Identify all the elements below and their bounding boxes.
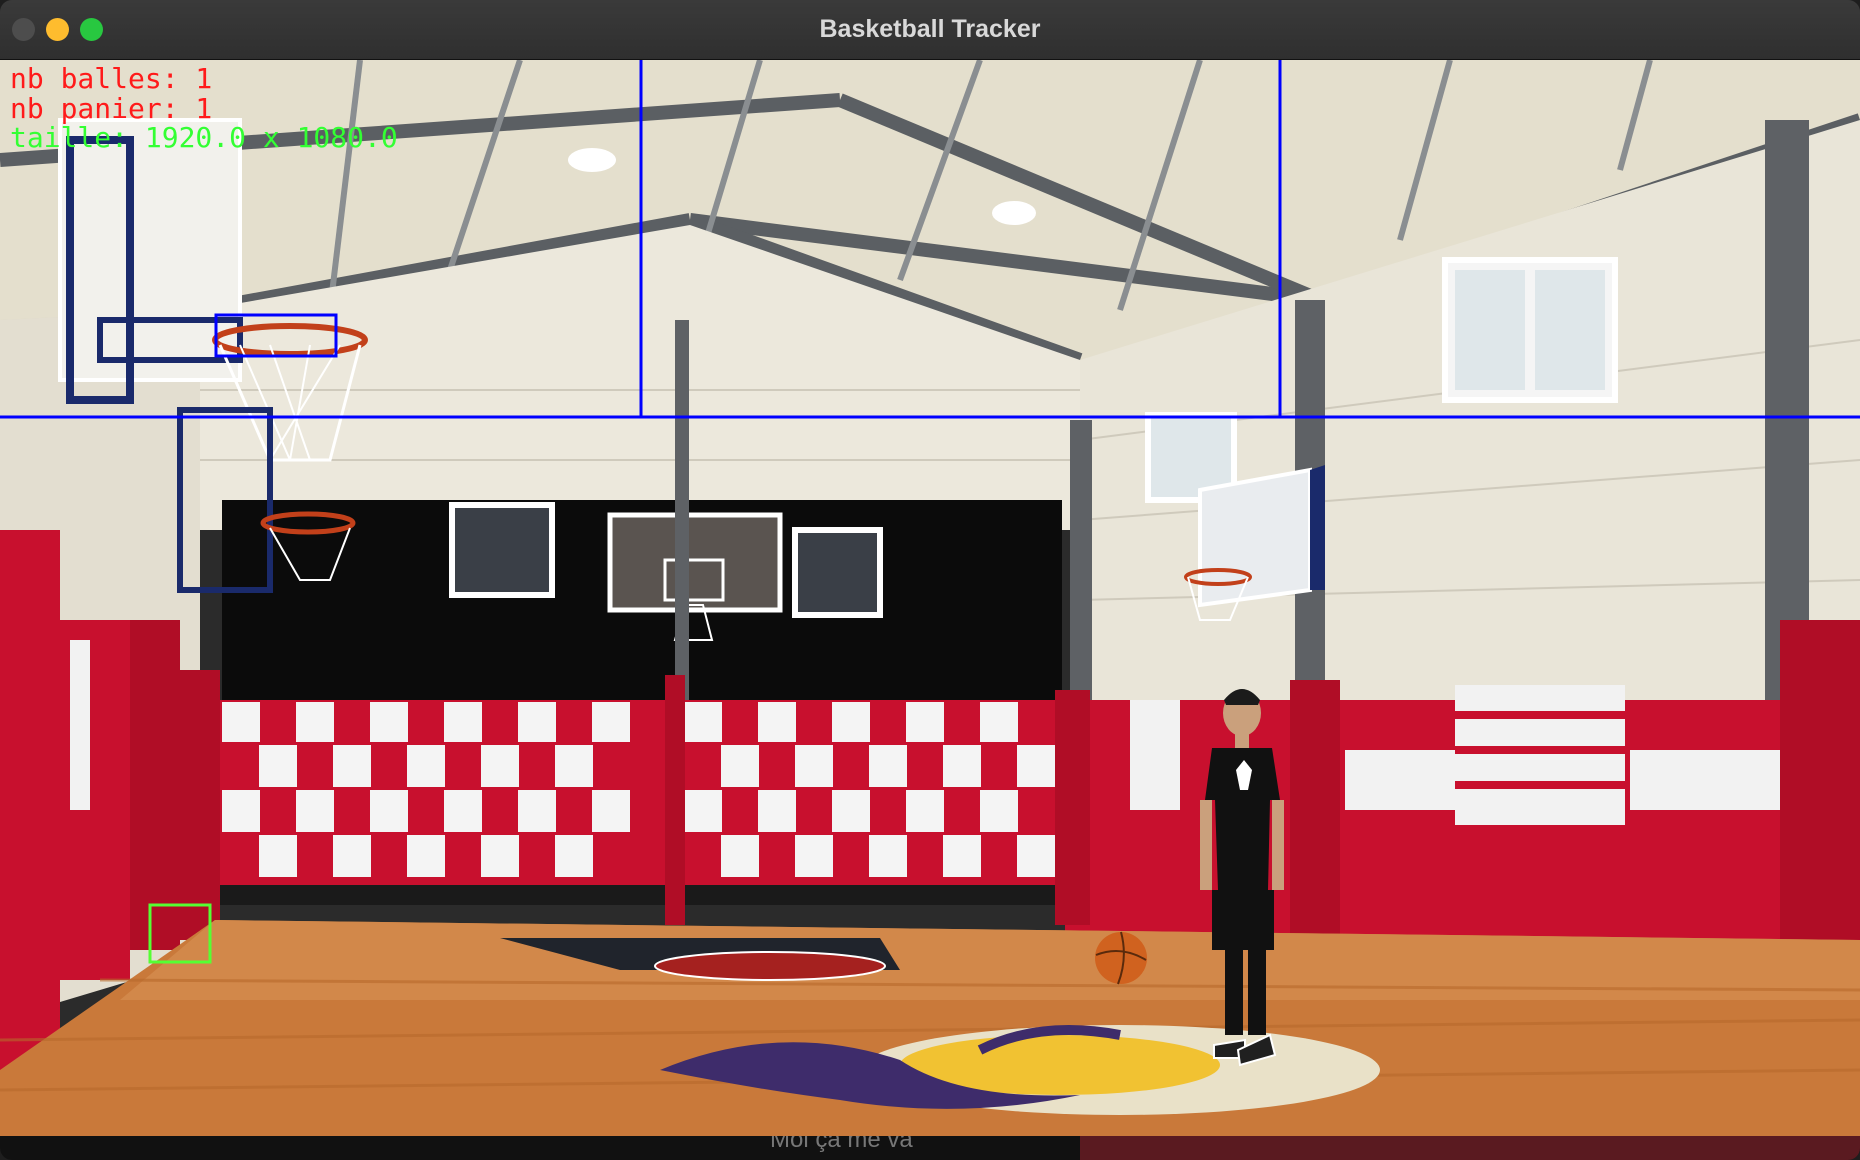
app-window: Basketball Tracker nb balles: 1 nb panie… (0, 0, 1860, 1160)
frame-size-label: taille: 1920.0 x 1080.0 (10, 121, 398, 154)
title-bar: Basketball Tracker (0, 0, 1860, 60)
court-scene (0, 60, 1860, 1136)
video-frame: nb balles: 1 nb panier: 1 taille: 1920.0… (0, 60, 1860, 1136)
checker-wall-padding (215, 700, 1065, 905)
background-caption: Moi ça me va (770, 1136, 913, 1153)
background-window-strip: Moi ça me va (0, 1136, 1860, 1160)
basket-count-label: nb panier: 1 (10, 92, 213, 125)
ball-count-label: nb balles: 1 (10, 62, 213, 95)
window-title: Basketball Tracker (819, 15, 1041, 43)
